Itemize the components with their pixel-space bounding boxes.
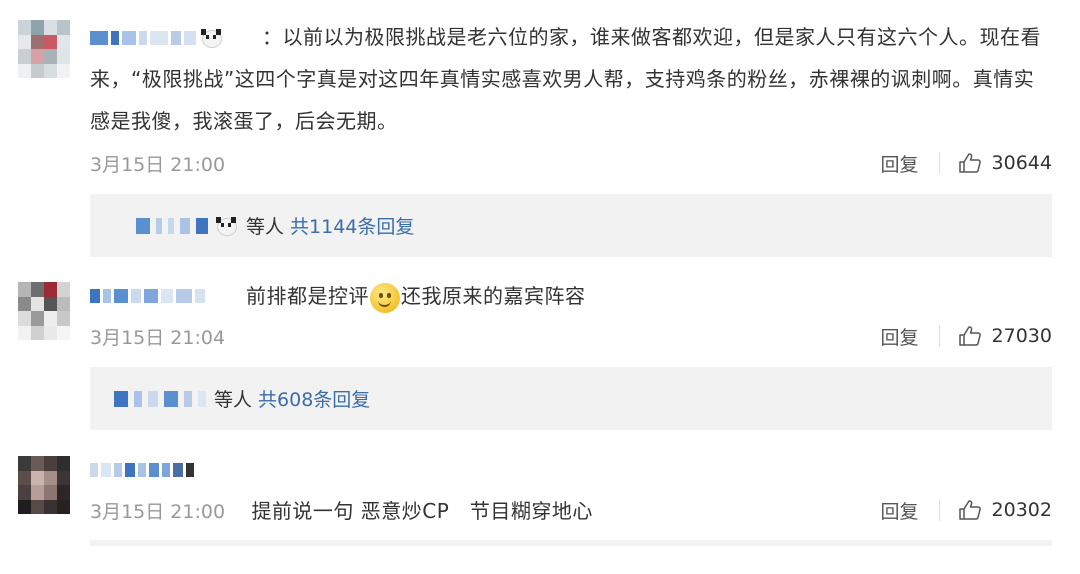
timestamp: 3月15日 21:00 (90, 153, 226, 176)
avatar[interactable] (18, 20, 70, 78)
thumbs-up-icon (958, 500, 981, 520)
like-button[interactable]: 30644 (958, 152, 1052, 174)
replies-summary[interactable]: 等人 共1144条回复 (90, 194, 1052, 257)
like-count: 30644 (991, 152, 1052, 174)
panda-icon (214, 215, 238, 237)
timestamp: 3月15日 21:00 (90, 500, 226, 523)
avatar[interactable] (18, 456, 70, 514)
comment-body: 以前以为极限挑战是老六位的家，谁来做客都欢迎，但是家人只有这六个人。现在看来，“… (90, 25, 1041, 133)
reply-button[interactable]: 回复 (881, 497, 919, 524)
reply-users-blurred (114, 390, 206, 407)
replies-summary-partial (90, 540, 1052, 546)
reply-users-blurred (136, 215, 238, 237)
timestamp: 3月15日 21:04 (90, 326, 226, 349)
replies-summary[interactable]: 等人 共608条回复 (90, 367, 1052, 430)
divider (938, 499, 940, 521)
replies-count-link[interactable]: 共1144条回复 (290, 212, 414, 239)
like-button[interactable]: 27030 (958, 325, 1052, 347)
reply-button[interactable]: 回复 (881, 323, 919, 350)
like-count: 27030 (991, 325, 1052, 347)
comment-text: ：以前以为极限挑战是老六位的家，谁来做客都欢迎，但是家人只有这六个人。现在看来，… (90, 16, 1050, 142)
comment-text: 前排都是控评 还我原来的嘉宾阵容 (246, 275, 946, 317)
like-button[interactable]: 20302 (958, 499, 1052, 521)
colon: ： (262, 25, 283, 49)
divider (938, 152, 940, 174)
thumbs-up-icon (958, 153, 981, 173)
comment-meta: 3月15日 21:00 回复 30644 (90, 148, 1052, 178)
comment-meta: 3月15日 21:04 回复 27030 (90, 321, 1052, 351)
replies-count-link[interactable]: 共608条回复 (258, 385, 370, 412)
smile-emoji-icon (370, 282, 400, 313)
comment-body-part2: 还我原来的嘉宾阵容 (401, 284, 586, 308)
comment-meta: 3月15日 21:00 回复 20302 (90, 495, 1052, 525)
like-count: 20302 (991, 499, 1052, 521)
reply-button[interactable]: 回复 (881, 150, 919, 177)
comment-body-part1: 前排都是控评 (246, 284, 369, 308)
replies-etc: 等人 (214, 389, 253, 411)
thumbs-up-icon (958, 326, 981, 346)
username-blurred[interactable] (90, 460, 194, 480)
username-blurred[interactable] (90, 286, 205, 306)
replies-etc: 等人 (246, 216, 285, 238)
divider (938, 325, 940, 347)
avatar[interactable] (18, 282, 70, 340)
